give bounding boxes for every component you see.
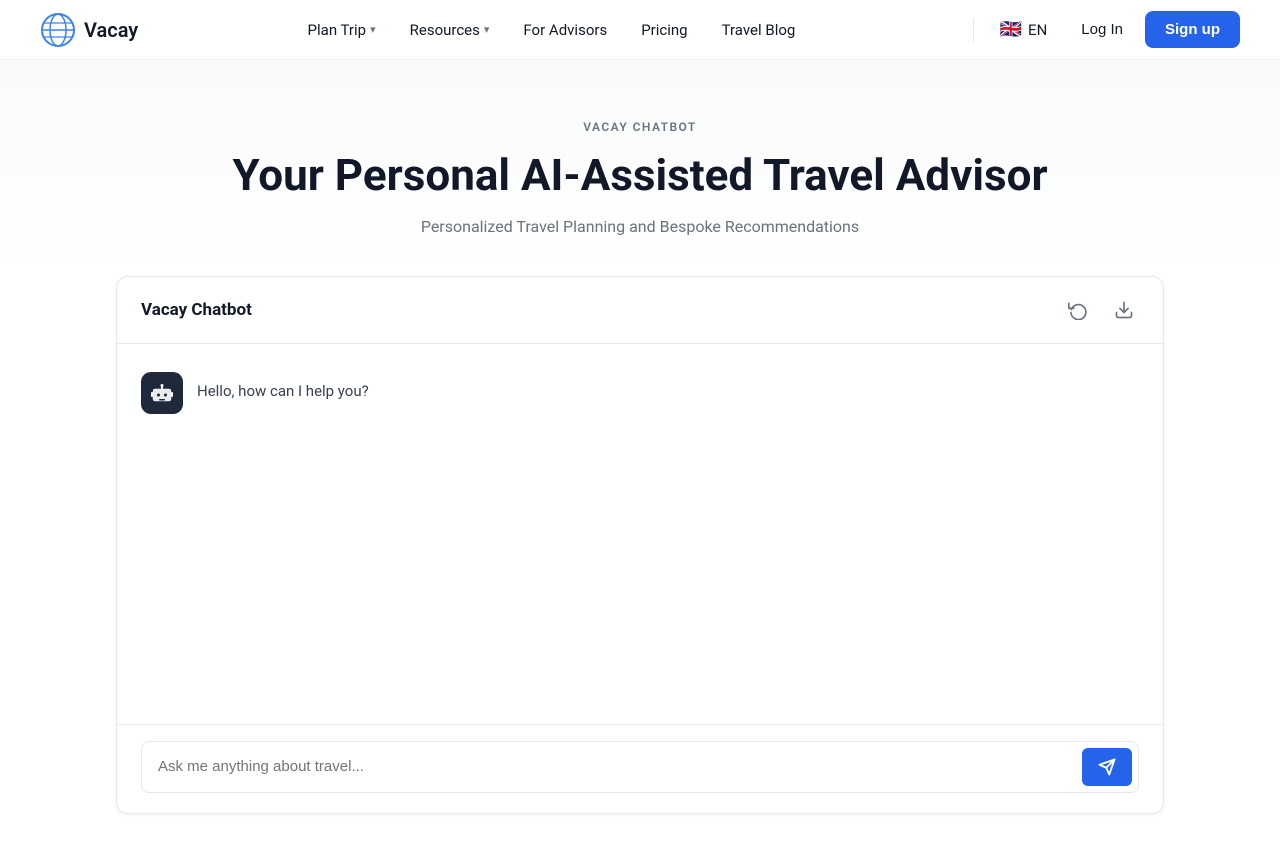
- chatbot-header-icons: [1063, 295, 1139, 325]
- chatbot-header: Vacay Chatbot: [117, 277, 1163, 344]
- chatbot-panel-title: Vacay Chatbot: [141, 300, 252, 320]
- logo-link[interactable]: Vacay: [40, 12, 138, 48]
- nav-divider: [973, 18, 974, 42]
- chatbot-body: Hello, how can I help you?: [117, 344, 1163, 724]
- hero-tag: VACAY CHATBOT: [20, 120, 1260, 134]
- input-box: [141, 741, 1139, 793]
- bot-avatar: [141, 372, 183, 414]
- language-selector[interactable]: 🇬🇧 EN: [988, 11, 1060, 48]
- nav-links: Plan Trip ▾ Resources ▾ For Advisors Pri…: [294, 13, 810, 47]
- logo-globe-icon: [40, 12, 76, 48]
- chevron-down-icon: ▾: [484, 23, 490, 36]
- download-icon: [1114, 300, 1134, 320]
- hero-section: VACAY CHATBOT Your Personal AI-Assisted …: [0, 60, 1280, 276]
- bot-message: Hello, how can I help you?: [141, 372, 1139, 414]
- login-button[interactable]: Log In: [1065, 13, 1139, 46]
- signup-button[interactable]: Sign up: [1145, 11, 1240, 48]
- send-button[interactable]: [1082, 748, 1132, 786]
- nav-plan-trip[interactable]: Plan Trip ▾: [294, 13, 390, 47]
- nav-pricing[interactable]: Pricing: [627, 13, 701, 47]
- nav-travel-blog[interactable]: Travel Blog: [708, 13, 810, 47]
- send-icon: [1098, 758, 1116, 776]
- chatbot-wrapper: Vacay Chatbot: [96, 276, 1184, 854]
- chatbot-input-area: [117, 724, 1163, 813]
- bot-message-text: Hello, how can I help you?: [197, 372, 369, 400]
- nav-resources[interactable]: Resources ▾: [396, 13, 504, 47]
- logo-text: Vacay: [84, 18, 138, 42]
- download-button[interactable]: [1109, 295, 1139, 325]
- chatbot-panel: Vacay Chatbot: [116, 276, 1164, 814]
- nav-for-advisors[interactable]: For Advisors: [509, 13, 621, 47]
- nav-right: 🇬🇧 EN Log In Sign up: [965, 11, 1240, 48]
- refresh-button[interactable]: [1063, 295, 1093, 325]
- hero-subtitle: Personalized Travel Planning and Bespoke…: [20, 217, 1260, 236]
- chevron-down-icon: ▾: [370, 23, 376, 36]
- chat-input[interactable]: [142, 744, 1076, 789]
- flag-icon: 🇬🇧: [1000, 19, 1022, 40]
- navbar: Vacay Plan Trip ▾ Resources ▾ For Adviso…: [0, 0, 1280, 60]
- bot-icon: [150, 381, 174, 405]
- hero-title: Your Personal AI-Assisted Travel Advisor: [20, 150, 1260, 201]
- refresh-icon: [1068, 300, 1088, 320]
